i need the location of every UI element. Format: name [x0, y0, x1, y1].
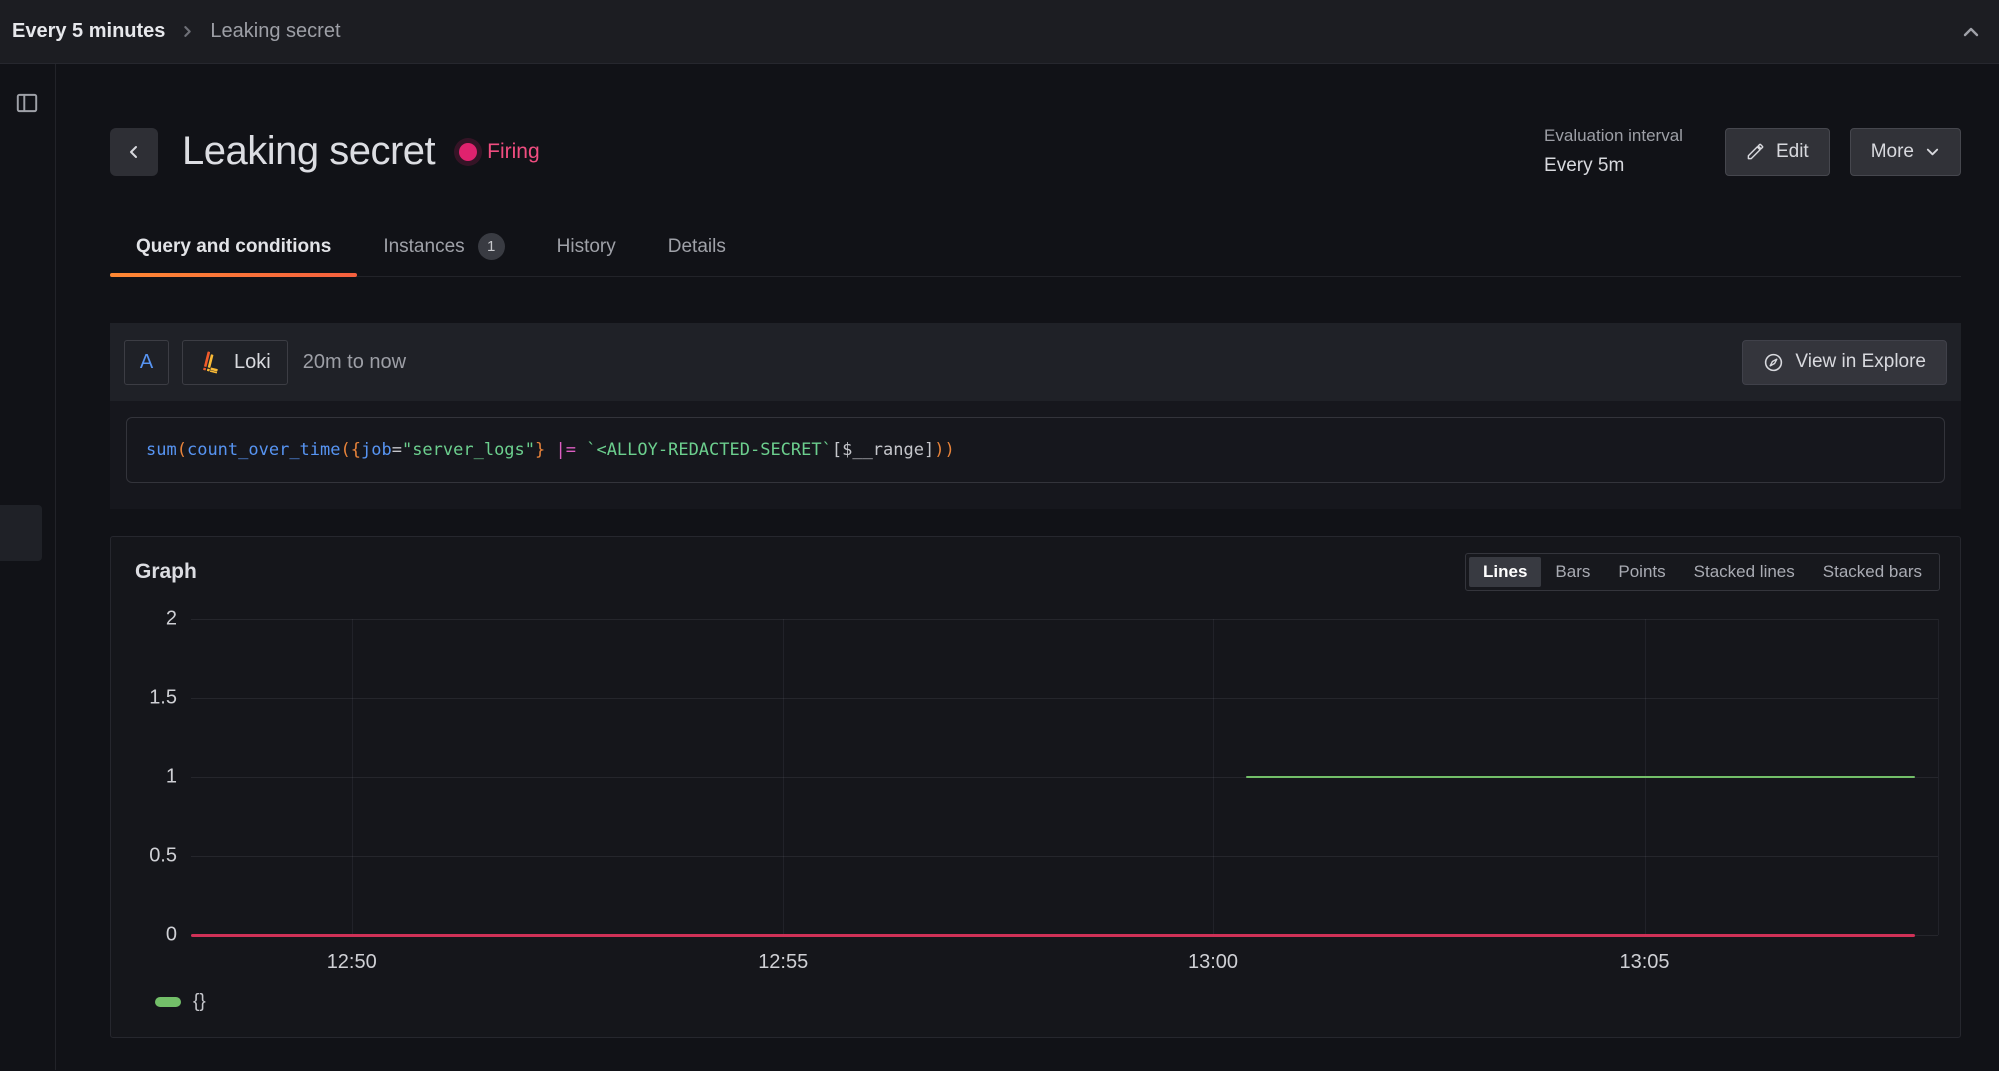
collapse-header-button[interactable] — [1959, 20, 1983, 44]
edit-button[interactable]: Edit — [1725, 128, 1830, 176]
plot-area[interactable]: 00.511.5212:5012:5513:0013:05 — [191, 619, 1938, 935]
gridline-vertical — [352, 619, 353, 935]
legend-series-label: {} — [193, 991, 206, 1013]
tab-bar: Query and conditions Instances 1 History Det… — [110, 233, 1961, 277]
evaluation-interval: Evaluation interval Every 5m — [1544, 126, 1683, 177]
datasource-name: Loki — [234, 351, 271, 374]
view-in-explore-label: View in Explore — [1795, 351, 1926, 373]
legend-series-swatch — [155, 997, 181, 1007]
query-section: A — [110, 323, 1961, 509]
panel-left-icon — [14, 90, 40, 116]
tab-label: Query and conditions — [136, 236, 331, 258]
chevron-left-icon — [126, 144, 142, 160]
y-axis-tick-label: 1 — [166, 766, 177, 789]
series-line — [1246, 776, 1915, 779]
series-line — [191, 934, 1915, 937]
code-token: )) — [934, 440, 954, 460]
breadcrumb-bar: Every 5 minutes Leaking secret — [0, 0, 1999, 64]
code-token: `<ALLOY-REDACTED-SECRET` — [586, 440, 832, 460]
graph-mode-lines[interactable]: Lines — [1469, 557, 1541, 587]
y-axis-tick-label: 1.5 — [149, 687, 177, 710]
chevron-up-icon — [1959, 20, 1983, 44]
tab-query-and-conditions[interactable]: Query and conditions — [110, 233, 357, 276]
instances-count-badge: 1 — [478, 233, 505, 260]
chart-legend: {} — [155, 991, 1940, 1013]
query-time-range: 20m to now — [303, 351, 406, 374]
y-axis-tick-label: 0.5 — [149, 845, 177, 868]
edit-button-label: Edit — [1776, 141, 1809, 163]
graph-panel: Graph LinesBarsPointsStacked linesStacke… — [110, 536, 1961, 1038]
code-token: job — [361, 440, 392, 460]
breadcrumb: Every 5 minutes Leaking secret — [12, 20, 341, 43]
graph-mode-points[interactable]: Points — [1604, 557, 1679, 587]
breadcrumb-separator-icon — [181, 25, 194, 38]
code-token: = — [392, 440, 402, 460]
tab-label: Instances — [383, 236, 464, 258]
gridline-vertical — [1213, 619, 1214, 935]
graph-title: Graph — [135, 560, 197, 584]
toggle-dock-menu-button[interactable] — [14, 90, 40, 116]
evaluation-interval-value: Every 5m — [1544, 155, 1683, 177]
gridline-vertical — [783, 619, 784, 935]
graph-style-toggle: LinesBarsPointsStacked linesStacked bars — [1465, 553, 1940, 591]
code-token: count_over_time — [187, 440, 341, 460]
plot-right-edge-line — [1938, 619, 1939, 935]
code-token: ( — [177, 440, 187, 460]
x-axis-tick-label: 12:55 — [758, 951, 808, 974]
grafana-alert-rule-page: { "topbar": { "breadcrumb": [ { "label":… — [0, 0, 1999, 1071]
query-header-row: A — [110, 323, 1961, 401]
y-axis-tick-label: 2 — [166, 608, 177, 631]
page-title: Leaking secret — [182, 129, 435, 174]
tab-details[interactable]: Details — [642, 233, 752, 276]
code-token: [$__range] — [832, 440, 934, 460]
main-content: Leaking secret Firing Evaluation interva… — [56, 64, 1999, 1070]
alert-state-badge: Firing — [459, 140, 540, 164]
code-token: ({ — [341, 440, 361, 460]
datasource-picker[interactable]: Loki — [182, 340, 288, 385]
x-axis-tick-label: 13:05 — [1619, 951, 1669, 974]
graph-mode-stacked-bars[interactable]: Stacked bars — [1809, 557, 1936, 587]
alert-state-dot — [459, 143, 477, 161]
code-token: sum — [146, 440, 177, 460]
left-sidebar-strip — [0, 64, 56, 1070]
code-token: "server_logs" — [402, 440, 535, 460]
tab-history[interactable]: History — [531, 233, 642, 276]
query-editor-body: sum(count_over_time({job="server_logs"} … — [110, 401, 1961, 509]
evaluation-interval-label: Evaluation interval — [1544, 126, 1683, 146]
loki-icon — [199, 350, 223, 374]
tab-label: History — [557, 236, 616, 258]
gridline-horizontal — [191, 698, 1938, 699]
breadcrumb-item-folder[interactable]: Every 5 minutes — [12, 20, 165, 43]
chevron-down-icon — [1925, 144, 1940, 159]
back-button[interactable] — [110, 128, 158, 176]
query-expression: sum(count_over_time({job="server_logs"} … — [126, 417, 1945, 483]
compass-icon — [1763, 352, 1784, 373]
y-axis-tick-label: 0 — [166, 924, 177, 947]
view-in-explore-button[interactable]: View in Explore — [1742, 340, 1947, 385]
gridline-horizontal — [191, 856, 1938, 857]
x-axis-tick-label: 12:50 — [327, 951, 377, 974]
tab-instances[interactable]: Instances 1 — [357, 233, 530, 276]
x-axis-tick-label: 13:00 — [1188, 951, 1238, 974]
code-token: } — [535, 440, 545, 460]
more-button[interactable]: More — [1850, 128, 1961, 176]
chart: 00.511.5212:5012:5513:0013:05 — [131, 619, 1940, 935]
breadcrumb-item-rule[interactable]: Leaking secret — [210, 20, 340, 43]
graph-panel-header: Graph LinesBarsPointsStacked linesStacke… — [131, 553, 1940, 591]
legend-item[interactable]: {} — [155, 991, 206, 1013]
alert-state-label: Firing — [487, 140, 540, 164]
pencil-icon — [1746, 142, 1765, 161]
graph-mode-stacked-lines[interactable]: Stacked lines — [1680, 557, 1809, 587]
graph-mode-bars[interactable]: Bars — [1541, 557, 1604, 587]
page-header: Leaking secret Firing Evaluation interva… — [110, 126, 1961, 177]
gridline-horizontal — [191, 619, 1938, 620]
tab-label: Details — [668, 236, 726, 258]
query-refid-badge[interactable]: A — [124, 340, 169, 385]
more-button-label: More — [1871, 141, 1914, 163]
collapsed-pane-handle[interactable] — [0, 505, 42, 561]
code-token: |= — [545, 440, 586, 460]
